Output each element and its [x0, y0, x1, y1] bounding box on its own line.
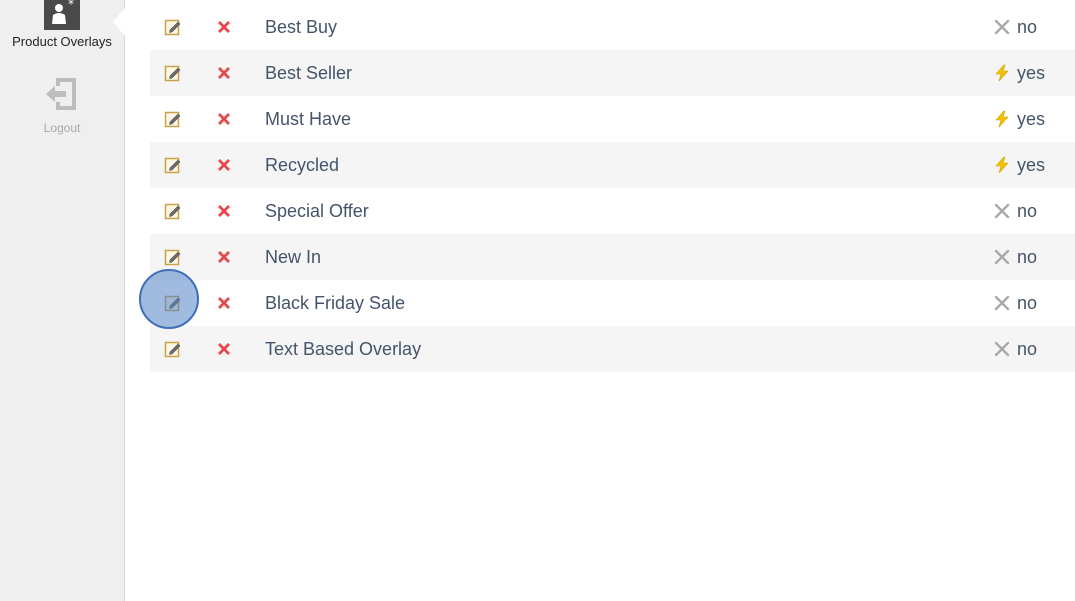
cross-icon — [993, 202, 1011, 220]
status-indicator: no — [993, 339, 1037, 359]
status-text: no — [1017, 201, 1038, 221]
cross-icon — [993, 340, 1011, 358]
status-text: no — [1017, 293, 1038, 313]
delete-icon[interactable] — [216, 19, 232, 35]
product-overlays-icon: * — [44, 0, 80, 30]
logout-icon — [42, 74, 82, 114]
overlay-name: Black Friday Sale — [265, 293, 406, 313]
edit-icon[interactable] — [164, 294, 182, 312]
lightning-icon — [993, 64, 1011, 82]
sidebar: * Product Overlays Logout — [0, 0, 125, 601]
status-indicator: no — [993, 17, 1037, 37]
status-text: no — [1017, 339, 1038, 359]
sidebar-item-label: Product Overlays — [12, 34, 112, 49]
overlay-name: Special Offer — [265, 201, 369, 221]
cross-icon — [993, 248, 1011, 266]
overlay-list: Best Buy no Best Seller yes Must Have yes Recy… — [150, 4, 1075, 372]
status-indicator: no — [993, 201, 1037, 221]
lightning-icon — [993, 110, 1011, 128]
table-row: Best Buy no — [150, 4, 1075, 50]
overlay-name: New In — [265, 247, 322, 267]
lightning-icon — [993, 156, 1011, 174]
overlay-name: Must Have — [265, 109, 352, 129]
cross-icon — [993, 18, 1011, 36]
sidebar-item-product-overlays[interactable]: * Product Overlays — [0, 0, 124, 50]
edit-icon[interactable] — [164, 64, 182, 82]
delete-icon[interactable] — [216, 341, 232, 357]
edit-icon[interactable] — [164, 18, 182, 36]
edit-icon[interactable] — [164, 248, 182, 266]
table-row: Must Have yes — [150, 96, 1075, 142]
status-text: yes — [1017, 109, 1046, 129]
table-row: New In no — [150, 234, 1075, 280]
overlay-name: Recycled — [265, 155, 340, 175]
delete-icon[interactable] — [216, 295, 232, 311]
delete-icon[interactable] — [216, 203, 232, 219]
cross-icon — [993, 294, 1011, 312]
delete-icon[interactable] — [216, 65, 232, 81]
table-row: Best Seller yes — [150, 50, 1075, 96]
status-indicator: yes — [993, 109, 1045, 129]
table-row: Text Based Overlay no — [150, 326, 1075, 372]
delete-icon[interactable] — [216, 249, 232, 265]
active-indicator — [113, 8, 125, 36]
overlay-name: Best Seller — [265, 63, 353, 83]
sidebar-item-logout[interactable]: Logout — [0, 74, 124, 136]
status-text: no — [1017, 17, 1038, 37]
edit-icon[interactable] — [164, 340, 182, 358]
edit-icon[interactable] — [164, 156, 182, 174]
table-row: Recycled yes — [150, 142, 1075, 188]
edit-icon[interactable] — [164, 110, 182, 128]
overlay-name: Best Buy — [265, 17, 338, 37]
status-text: yes — [1017, 63, 1046, 83]
table-row: Black Friday Sale no — [150, 280, 1075, 326]
sidebar-item-label: Logout — [43, 121, 81, 135]
table-row: Special Offer no — [150, 188, 1075, 234]
status-indicator: yes — [993, 63, 1045, 83]
edit-icon[interactable] — [164, 202, 182, 220]
status-text: no — [1017, 247, 1038, 267]
status-indicator: yes — [993, 155, 1045, 175]
status-indicator: no — [993, 247, 1037, 267]
status-text: yes — [1017, 155, 1046, 175]
overlay-name: Text Based Overlay — [265, 339, 422, 359]
svg-text:*: * — [68, 0, 74, 11]
delete-icon[interactable] — [216, 157, 232, 173]
delete-icon[interactable] — [216, 111, 232, 127]
status-indicator: no — [993, 293, 1037, 313]
